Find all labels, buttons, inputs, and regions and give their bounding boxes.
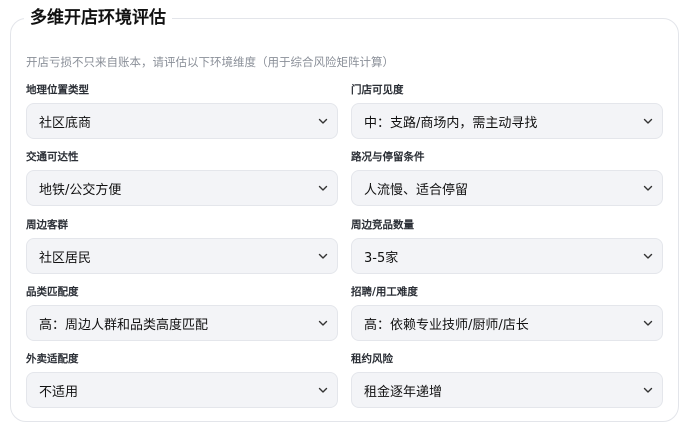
- chevron-down-icon: [643, 185, 653, 191]
- select-value: 3-5家: [364, 250, 399, 266]
- hiring-difficulty-select[interactable]: 高：依赖专业技师/厨师/店长: [351, 305, 663, 341]
- field-label: 周边客群: [26, 219, 68, 231]
- section-subtitle: 开店亏损不只来自账本，请评估以下环境维度（用于综合风险矩阵计算）: [26, 55, 394, 69]
- select-value: 中：支路/商场内，需主动寻找: [364, 115, 538, 131]
- select-value: 社区居民: [39, 250, 92, 266]
- select-value: 高：依赖专业技师/厨师/店长: [364, 317, 529, 333]
- select-value: 地铁/公交方便: [39, 182, 122, 198]
- store-visibility-select[interactable]: 中：支路/商场内，需主动寻找: [351, 103, 663, 139]
- field-label: 外卖适配度: [26, 353, 79, 365]
- road-conditions-field: 路况与停留条件 人流慢、适合停留: [351, 150, 663, 206]
- chevron-down-icon: [318, 185, 328, 191]
- chevron-down-icon: [643, 387, 653, 393]
- select-value: 人流慢、适合停留: [364, 182, 469, 198]
- field-label: 租约风险: [351, 353, 393, 365]
- location-type-select[interactable]: 社区底商: [26, 103, 338, 139]
- chevron-down-icon: [318, 253, 328, 259]
- chevron-down-icon: [643, 320, 653, 326]
- chevron-down-icon: [643, 253, 653, 259]
- select-value: 高：周边人群和品类高度匹配: [39, 317, 209, 333]
- nearby-customers-select[interactable]: 社区居民: [26, 238, 338, 274]
- store-visibility-field: 门店可见度 中：支路/商场内，需主动寻找: [351, 83, 663, 139]
- category-fit-field: 品类匹配度 高：周边人群和品类高度匹配: [26, 285, 338, 341]
- field-label: 招聘/用工难度: [351, 286, 418, 298]
- transport-access-field: 交通可达性 地铁/公交方便: [26, 150, 338, 206]
- location-type-field: 地理位置类型 社区底商: [26, 83, 338, 139]
- chevron-down-icon: [318, 320, 328, 326]
- select-value: 不适用: [39, 384, 79, 400]
- field-label: 周边竞品数量: [351, 219, 414, 231]
- lease-risk-select[interactable]: 租金逐年递增: [351, 372, 663, 408]
- road-conditions-select[interactable]: 人流慢、适合停留: [351, 170, 663, 206]
- field-label: 交通可达性: [26, 151, 79, 163]
- field-label: 门店可见度: [351, 84, 404, 96]
- competitor-count-select[interactable]: 3-5家: [351, 238, 663, 274]
- category-fit-select[interactable]: 高：周边人群和品类高度匹配: [26, 305, 338, 341]
- competitor-count-field: 周边竞品数量 3-5家: [351, 218, 663, 274]
- lease-risk-field: 租约风险 租金逐年递增: [351, 352, 663, 408]
- transport-access-select[interactable]: 地铁/公交方便: [26, 170, 338, 206]
- delivery-fit-field: 外卖适配度 不适用: [26, 352, 338, 408]
- field-label: 地理位置类型: [26, 84, 89, 96]
- nearby-customers-field: 周边客群 社区居民: [26, 218, 338, 274]
- chevron-down-icon: [643, 118, 653, 124]
- hiring-difficulty-field: 招聘/用工难度 高：依赖专业技师/厨师/店长: [351, 285, 663, 341]
- select-value: 租金逐年递增: [364, 384, 443, 400]
- field-label: 品类匹配度: [26, 286, 79, 298]
- chevron-down-icon: [318, 387, 328, 393]
- delivery-fit-select[interactable]: 不适用: [26, 372, 338, 408]
- field-label: 路况与停留条件: [351, 151, 425, 163]
- chevron-down-icon: [318, 118, 328, 124]
- section-title: 多维开店环境评估: [24, 6, 172, 30]
- select-value: 社区底商: [39, 115, 92, 131]
